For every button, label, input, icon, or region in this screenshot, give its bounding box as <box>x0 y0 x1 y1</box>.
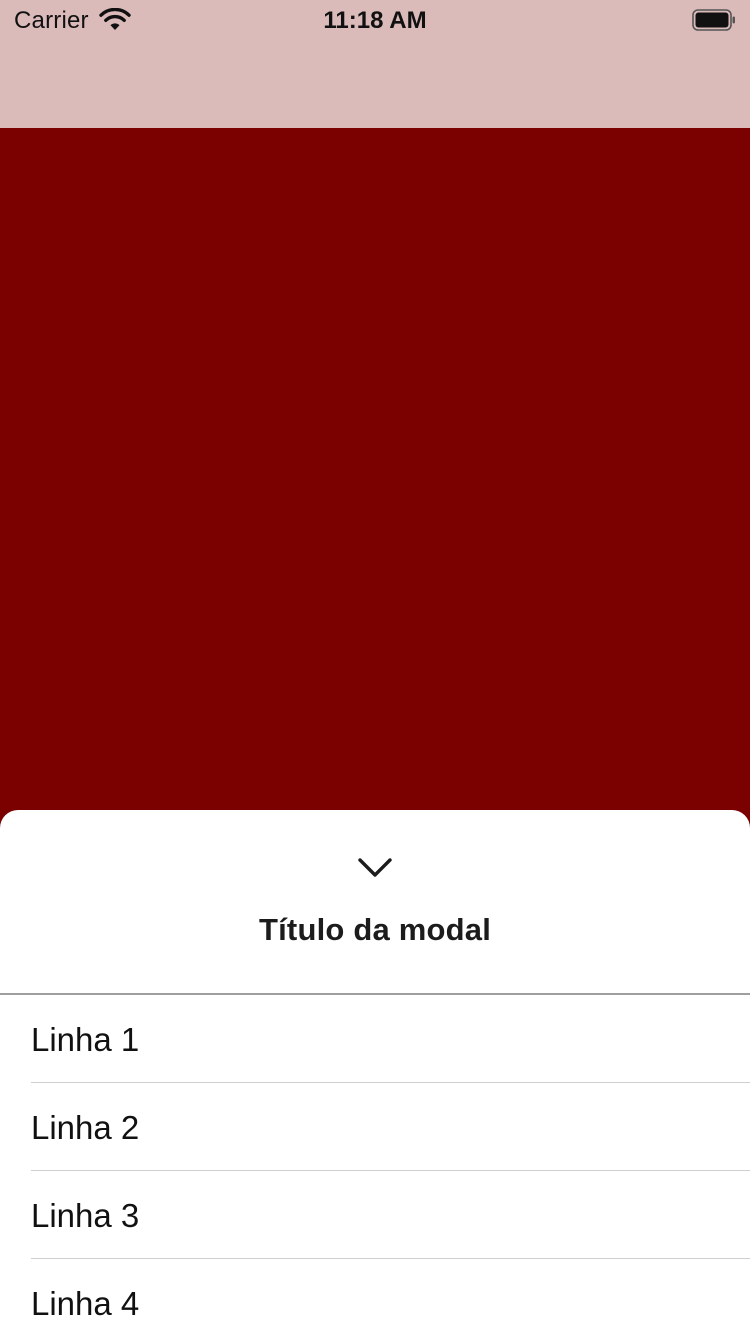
list-item-label: Linha 4 <box>31 1285 140 1322</box>
bottom-sheet-modal: Título da modal Linha 1 Linha 2 Linha 3 … <box>0 810 750 1334</box>
list-item-label: Linha 2 <box>31 1109 140 1146</box>
status-bar: Carrier 11:18 AM <box>0 0 750 40</box>
navigation-bar <box>0 40 750 128</box>
list-item[interactable]: Linha 1 <box>0 995 750 1083</box>
clock-label: 11:18 AM <box>323 7 427 34</box>
list-item[interactable]: Linha 4 <box>0 1259 750 1334</box>
battery-icon <box>692 9 735 31</box>
list-item-label: Linha 3 <box>31 1197 140 1234</box>
chevron-down-icon[interactable] <box>351 850 399 886</box>
list-item-label: Linha 1 <box>31 1021 140 1058</box>
list-item[interactable]: Linha 3 <box>0 1171 750 1259</box>
list-item[interactable]: Linha 2 <box>0 1083 750 1171</box>
app-screen: Carrier 11:18 AM Título da modal Linha 1 <box>0 0 750 1334</box>
modal-list: Linha 1 Linha 2 Linha 3 Linha 4 <box>0 995 750 1334</box>
modal-title: Título da modal <box>258 912 492 947</box>
